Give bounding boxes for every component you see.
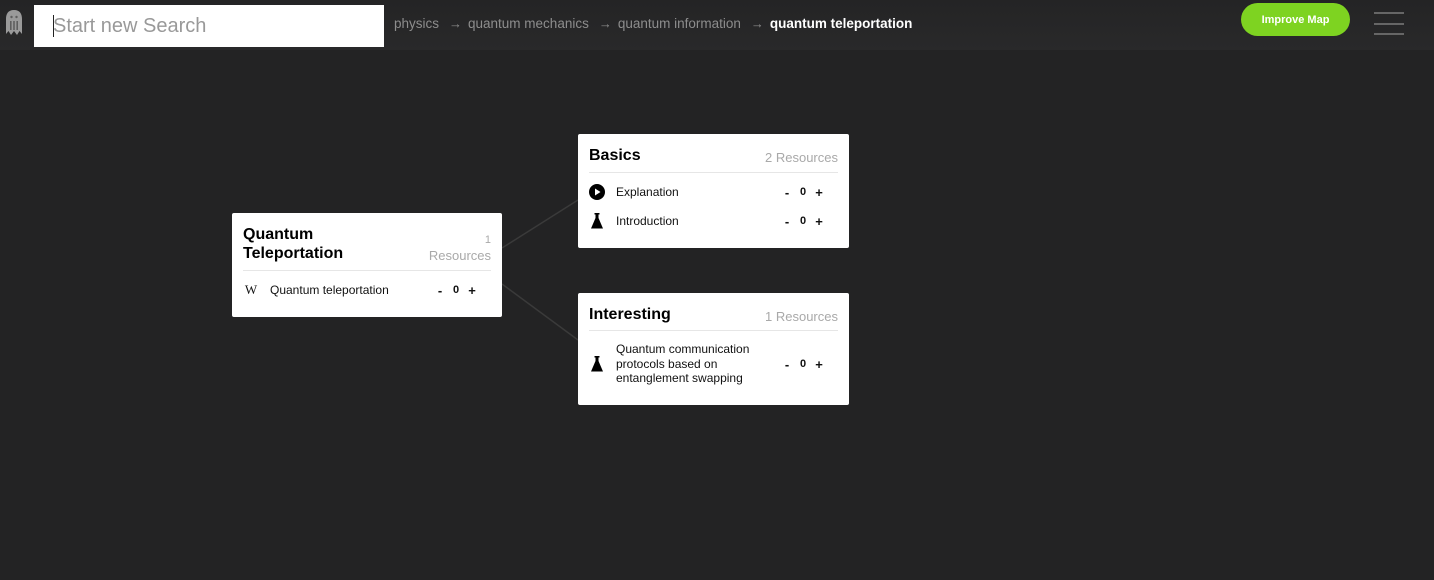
node-title: Basics [589,147,641,164]
node-resource-count: 2 Resources [765,150,838,165]
node-title: Quantum Teleportation [243,226,344,262]
upvote-button[interactable]: + [813,214,825,229]
node-header: Interesting 1 Resources [589,293,838,331]
node-header: Basics 2 Resources [589,134,838,173]
node-header: Quantum Teleportation 1 Resources [243,213,491,271]
map-node-quantum-teleportation[interactable]: Quantum Teleportation 1 Resources W Quan… [232,213,502,317]
resource-row[interactable]: Quantum communication protocols based on… [589,331,838,397]
map-node-interesting[interactable]: Interesting 1 Resources Quantum communic… [578,293,849,405]
vote-count: 0 [799,215,807,227]
node-resource-count-number: 1 [484,234,491,246]
downvote-button[interactable]: - [781,357,793,372]
resource-label[interactable]: Quantum communication protocols based on… [605,342,781,386]
vote-count: 0 [799,186,807,198]
resource-label[interactable]: Explanation [605,185,781,200]
vote-control: - 0 + [781,185,825,200]
map-edges [501,199,579,341]
flask-icon [589,213,605,229]
resource-row[interactable]: Introduction - 0 + [589,207,838,235]
downvote-button[interactable]: - [781,214,793,229]
node-resource-count: 1 Resources [765,309,838,324]
vote-control: - 0 + [434,283,478,298]
map-node-basics[interactable]: Basics 2 Resources Explanation - 0 + Int… [578,134,849,248]
upvote-button[interactable]: + [813,185,825,200]
resource-label[interactable]: Introduction [605,214,781,229]
node-resource-count-word: Resources [428,248,491,263]
vote-count: 0 [452,284,460,296]
downvote-button[interactable]: - [781,185,793,200]
resource-label[interactable]: Quantum teleportation [259,283,434,298]
node-resource-count: 1 Resources [429,233,491,263]
vote-count: 0 [799,358,807,370]
vote-control: - 0 + [781,214,825,229]
node-title: Interesting [589,306,671,323]
edge-to-interesting [501,283,579,341]
edge-to-basics [501,199,579,249]
resource-row[interactable]: W Quantum teleportation - 0 + [243,271,491,309]
upvote-button[interactable]: + [813,357,825,372]
vote-control: - 0 + [781,357,825,372]
flask-icon [589,356,605,372]
resource-row[interactable]: Explanation - 0 + [589,173,838,207]
wikipedia-icon: W [244,282,258,297]
upvote-button[interactable]: + [466,283,478,298]
downvote-button[interactable]: - [434,283,446,298]
play-icon [589,184,605,200]
